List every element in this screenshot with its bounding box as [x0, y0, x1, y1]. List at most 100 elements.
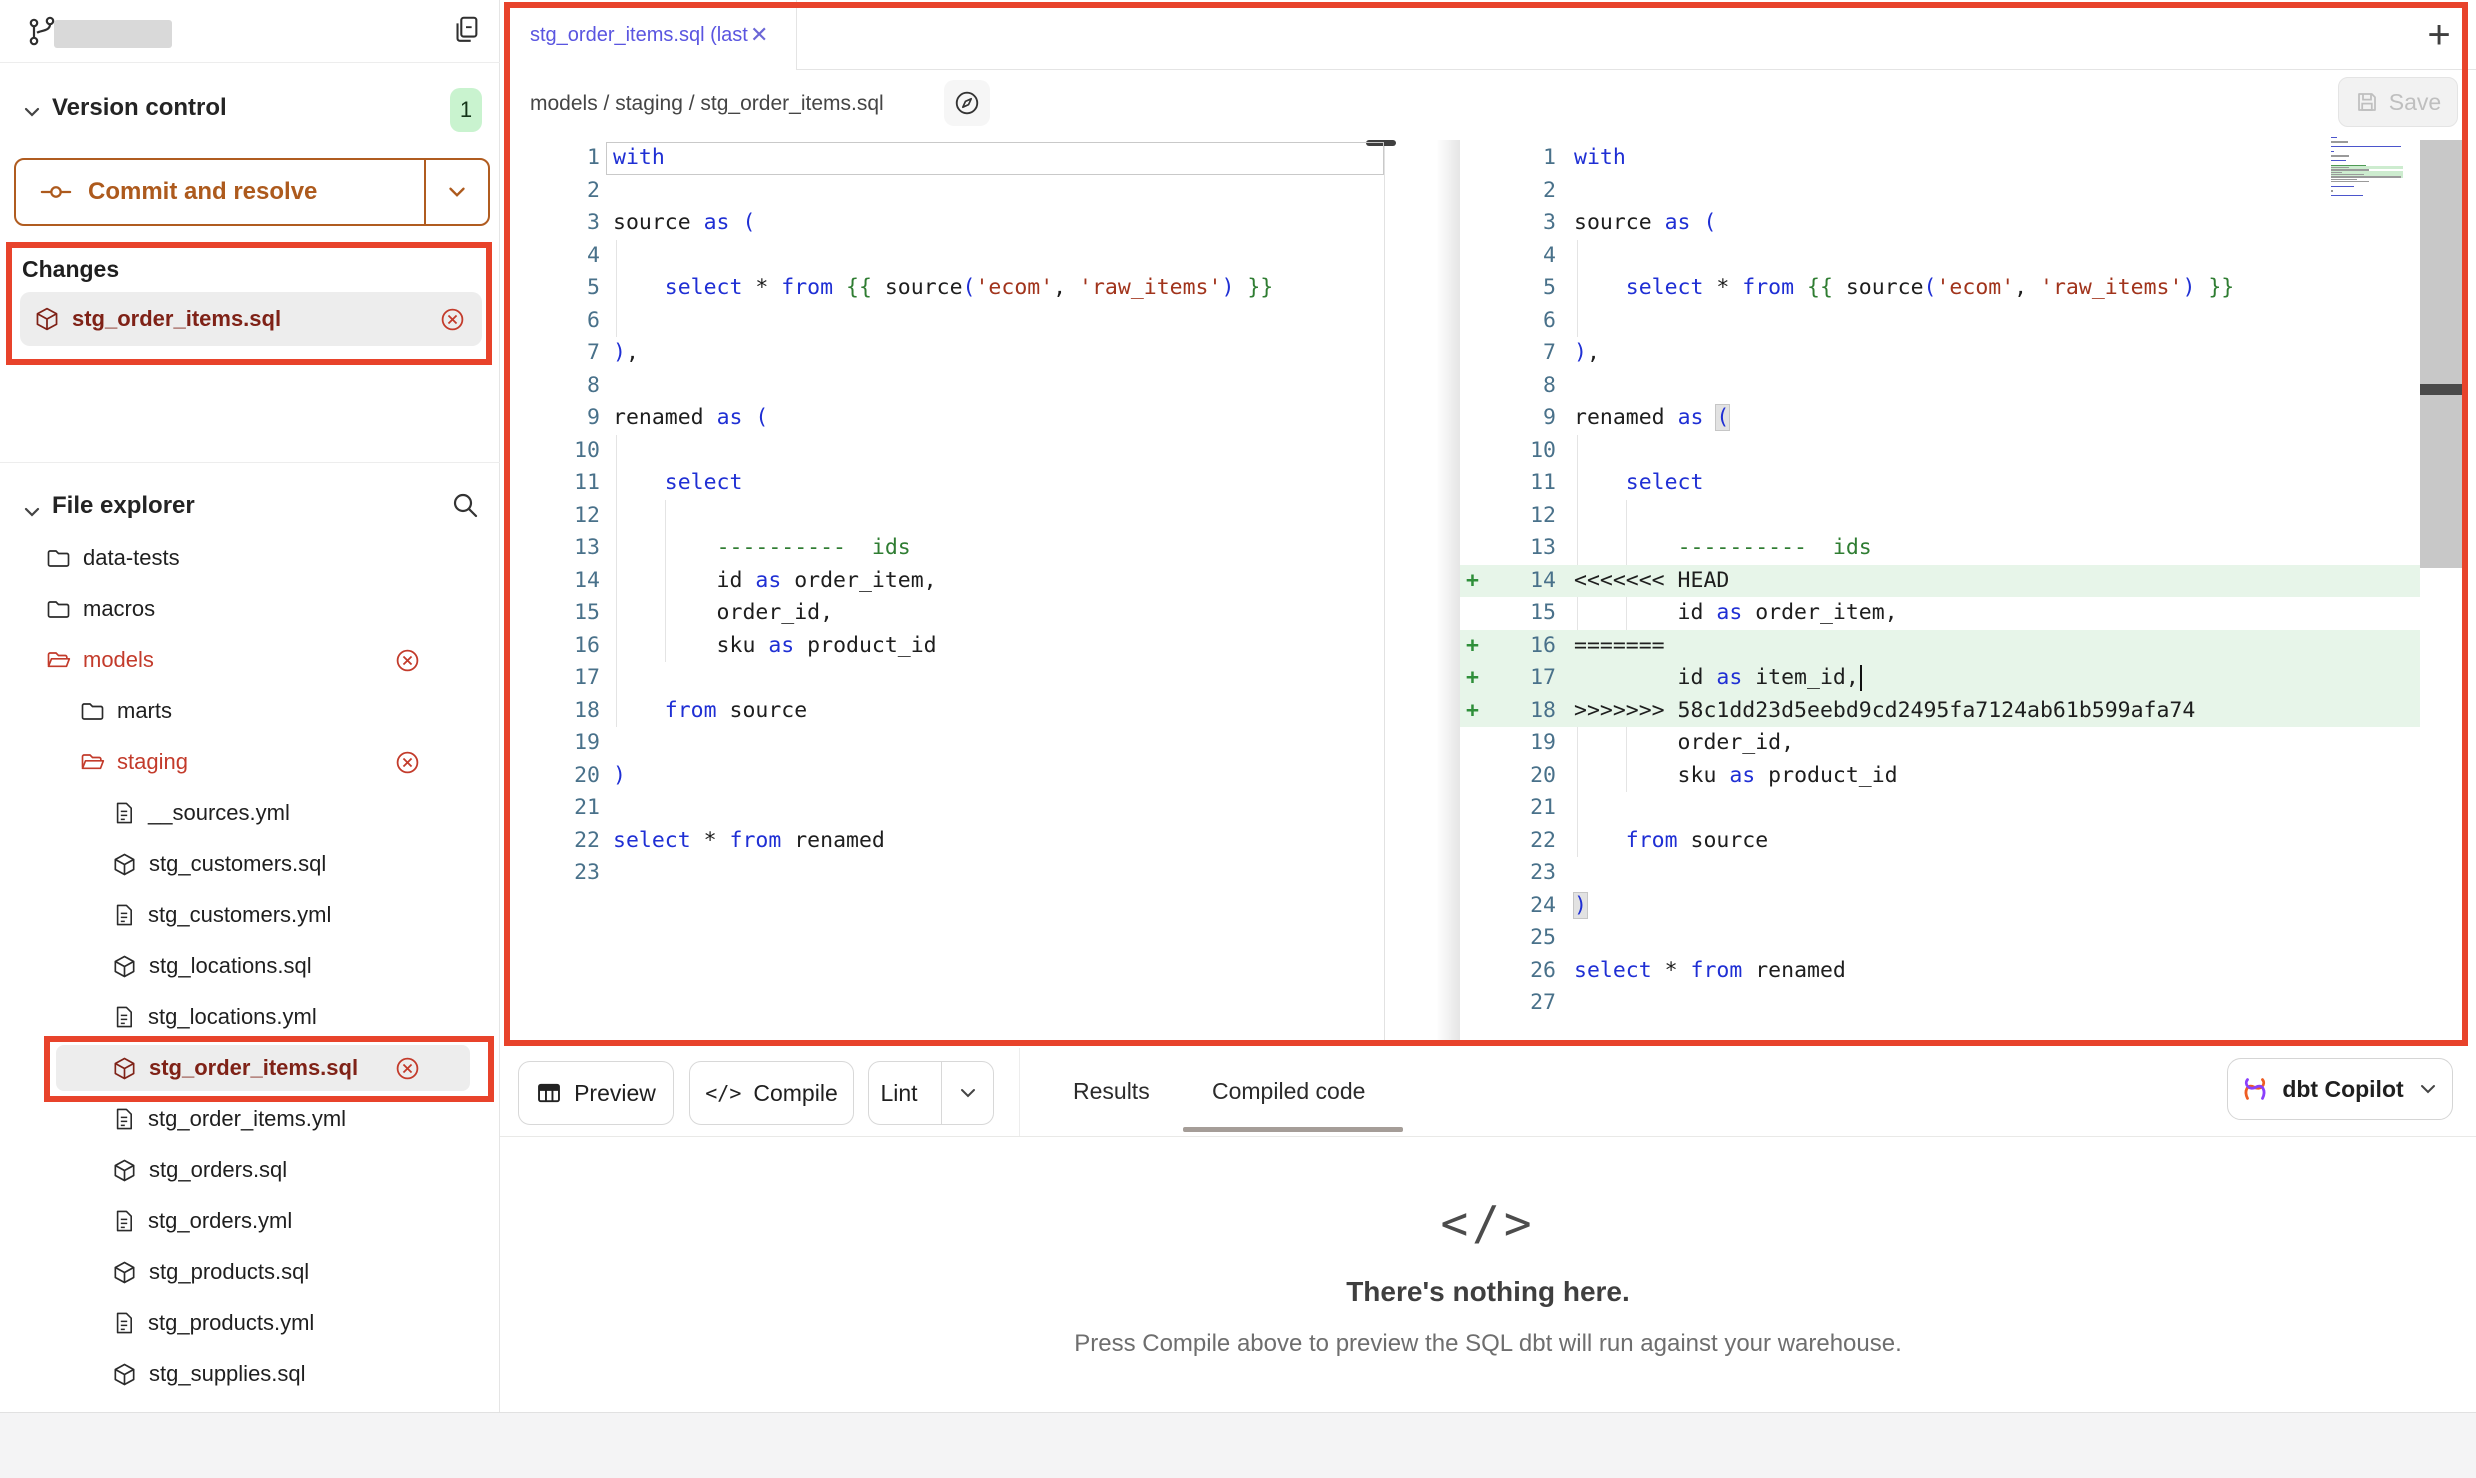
code-text: select * from renamed [613, 825, 885, 858]
code-line-13[interactable]: 13 ---------- ids [508, 532, 1384, 565]
code-text: id as item_id, [1556, 662, 1862, 695]
file-explorer-item-stg-products-yml[interactable]: stg_products.yml [0, 1299, 500, 1347]
lint-button[interactable]: Lint [868, 1061, 994, 1125]
code-line-17[interactable]: +17 id as item_id, [1460, 662, 2420, 695]
file-explorer-item-stg-order-items-yml[interactable]: stg_order_items.yml [0, 1095, 500, 1143]
code-line-14[interactable]: +14<<<<<<< HEAD [1460, 565, 2420, 598]
file-explorer-item-stg-supplies-sql[interactable]: stg_supplies.sql [0, 1350, 500, 1398]
code-line-11[interactable]: 11 select [508, 467, 1384, 500]
code-line-5[interactable]: 5 select * from {{ source('ecom', 'raw_i… [508, 272, 1384, 305]
discard-change-icon[interactable] [394, 749, 421, 776]
code-line-22[interactable]: 22select * from renamed [508, 825, 1384, 858]
file-explorer-item--sources-yml[interactable]: __sources.yml [0, 789, 500, 837]
close-icon[interactable]: ✕ [750, 22, 768, 48]
code-line-9[interactable]: 9renamed as ( [1460, 402, 2420, 435]
code-line-3[interactable]: 3source as ( [1460, 207, 2420, 240]
code-line-24[interactable]: 24) [1460, 890, 2420, 923]
file-explorer-item-stg-locations-sql[interactable]: stg_locations.sql [0, 942, 500, 990]
chevron-down-icon[interactable] [20, 500, 44, 524]
compile-button[interactable]: </> Compile [689, 1061, 854, 1125]
file-explorer-item-stg-customers-sql[interactable]: stg_customers.sql [0, 840, 500, 888]
code-line-19[interactable]: 19 [508, 727, 1384, 760]
code-line-2[interactable]: 2 [1460, 175, 2420, 208]
code-line-19[interactable]: 19 order_id, [1460, 727, 2420, 760]
commit-dropdown-button[interactable] [424, 160, 488, 224]
new-tab-button[interactable]: + [2414, 10, 2464, 60]
file-explorer-item-data-tests[interactable]: data-tests [0, 534, 500, 582]
code-line-18[interactable]: 18 from source [508, 695, 1384, 728]
code-line-23[interactable]: 23 [1460, 857, 2420, 890]
vertical-scrollbar[interactable] [2420, 140, 2464, 568]
code-line-16[interactable]: +16======= [1460, 630, 2420, 663]
editor-pane-original[interactable]: 1with23source as (45 select * from {{ so… [508, 142, 1384, 890]
code-line-15[interactable]: 15 order_id, [508, 597, 1384, 630]
code-line-4[interactable]: 4 [508, 240, 1384, 273]
file-explorer-item-staging[interactable]: staging [0, 738, 500, 786]
discard-change-icon[interactable] [394, 647, 421, 674]
commit-and-resolve-button[interactable]: Commit and resolve [14, 158, 490, 226]
file-explorer-item-stg-orders-sql[interactable]: stg_orders.sql [0, 1146, 500, 1194]
code-text: >>>>>>> 58c1dd23d5eebd9cd2495fa7124ab61b… [1556, 695, 2195, 728]
code-line-26[interactable]: 26select * from renamed [1460, 955, 2420, 988]
chevron-down-icon[interactable] [20, 100, 44, 124]
code-line-22[interactable]: 22 from source [1460, 825, 2420, 858]
code-line-15[interactable]: 15 id as order_item, [1460, 597, 2420, 630]
code-line-8[interactable]: 8 [1460, 370, 2420, 403]
vertical-scrollbar-thumb[interactable] [2420, 384, 2464, 395]
code-line-6[interactable]: 6 [1460, 305, 2420, 338]
code-line-23[interactable]: 23 [508, 857, 1384, 890]
code-line-10[interactable]: 10 [508, 435, 1384, 468]
file-explorer-item-models[interactable]: models [0, 636, 500, 684]
file-explorer-item-marts[interactable]: marts [0, 687, 500, 735]
editor-pane-modified[interactable]: 1with23source as (45 select * from {{ so… [1460, 142, 2420, 1020]
preview-button[interactable]: Preview [518, 1061, 674, 1125]
code-line-1[interactable]: 1with [508, 142, 1384, 175]
code-text: from source [1556, 825, 1768, 858]
code-line-11[interactable]: 11 select [1460, 467, 2420, 500]
code-line-14[interactable]: 14 id as order_item, [508, 565, 1384, 598]
code-line-25[interactable]: 25 [1460, 922, 2420, 955]
dbt-copilot-button[interactable]: dbt Copilot [2227, 1058, 2453, 1120]
tab-results[interactable]: Results [1073, 1078, 1150, 1105]
code-line-6[interactable]: 6 [508, 305, 1384, 338]
code-line-9[interactable]: 9renamed as ( [508, 402, 1384, 435]
lineage-compass-button[interactable] [944, 80, 990, 126]
file-explorer-item-stg-customers-yml[interactable]: stg_customers.yml [0, 891, 500, 939]
file-explorer-item-stg-order-items-sql[interactable]: stg_order_items.sql [0, 1044, 500, 1092]
code-line-2[interactable]: 2 [508, 175, 1384, 208]
code-line-21[interactable]: 21 [508, 792, 1384, 825]
code-line-16[interactable]: 16 sku as product_id [508, 630, 1384, 663]
code-line-12[interactable]: 12 [508, 500, 1384, 533]
code-line-7[interactable]: 7), [508, 337, 1384, 370]
file-explorer-item-stg-locations-yml[interactable]: stg_locations.yml [0, 993, 500, 1041]
changed-file-row[interactable]: stg_order_items.sql [20, 292, 482, 346]
file-explorer-item-stg-orders-yml[interactable]: stg_orders.yml [0, 1197, 500, 1245]
code-line-8[interactable]: 8 [508, 370, 1384, 403]
copy-icon[interactable] [450, 14, 482, 46]
code-line-21[interactable]: 21 [1460, 792, 2420, 825]
code-line-20[interactable]: 20) [508, 760, 1384, 793]
code-line-7[interactable]: 7), [1460, 337, 2420, 370]
code-line-5[interactable]: 5 select * from {{ source('ecom', 'raw_i… [1460, 272, 2420, 305]
code-line-17[interactable]: 17 [508, 662, 1384, 695]
file-explorer-item-stg-products-sql[interactable]: stg_products.sql [0, 1248, 500, 1296]
minimap[interactable] [2331, 136, 2403, 200]
tab-compiled-code[interactable]: Compiled code [1212, 1078, 1365, 1105]
tab-stg-order-items[interactable]: stg_order_items.sql (last c... ✕ [508, 0, 797, 70]
file-explorer-item-macros[interactable]: macros [0, 585, 500, 633]
save-button[interactable]: Save [2338, 77, 2458, 127]
code-line-3[interactable]: 3source as ( [508, 207, 1384, 240]
code-line-4[interactable]: 4 [1460, 240, 2420, 273]
code-line-18[interactable]: +18>>>>>>> 58c1dd23d5eebd9cd2495fa7124ab… [1460, 695, 2420, 728]
code-line-10[interactable]: 10 [1460, 435, 2420, 468]
code-line-27[interactable]: 27 [1460, 987, 2420, 1020]
code-line-12[interactable]: 12 [1460, 500, 2420, 533]
file-name: stg_customers.yml [148, 902, 500, 928]
code-line-13[interactable]: 13 ---------- ids [1460, 532, 2420, 565]
code-line-20[interactable]: 20 sku as product_id [1460, 760, 2420, 793]
search-icon[interactable] [450, 490, 480, 520]
code-line-1[interactable]: 1with [1460, 142, 2420, 175]
discard-change-icon[interactable] [439, 306, 466, 333]
discard-change-icon[interactable] [394, 1055, 421, 1082]
lint-dropdown-button[interactable] [941, 1062, 993, 1124]
